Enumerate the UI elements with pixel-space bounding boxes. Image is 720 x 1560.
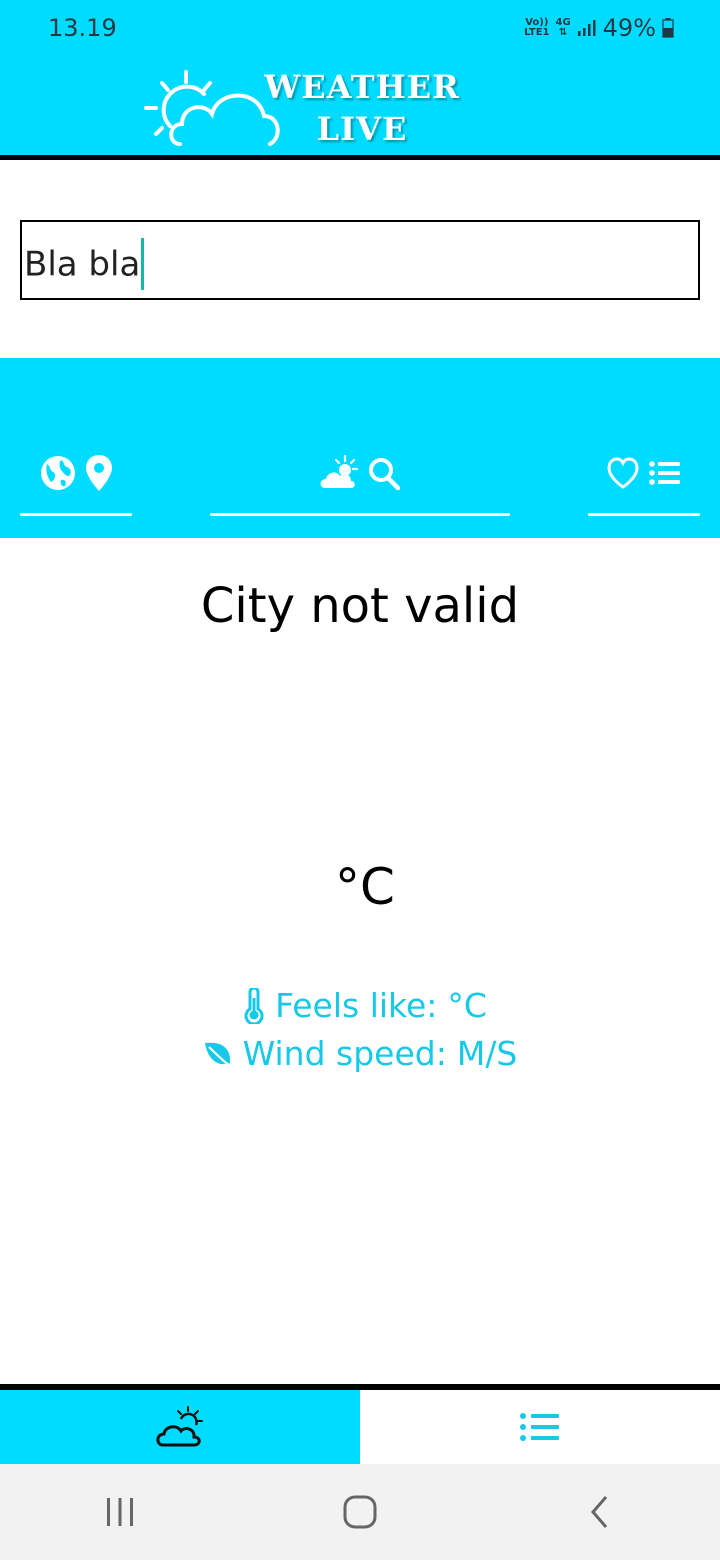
search-icon bbox=[369, 458, 401, 491]
thermometer-icon bbox=[244, 987, 264, 1024]
logo-title-line1: WEATHER bbox=[264, 68, 460, 106]
system-navigation-bar bbox=[0, 1464, 720, 1560]
data-arrows-icon: ⇅ bbox=[558, 27, 568, 38]
wind-speed-row: Wind speed: M/S bbox=[0, 1034, 720, 1073]
tab-favorites[interactable] bbox=[588, 454, 700, 516]
app-logo-title: WEATHER LIVE bbox=[262, 66, 462, 150]
feels-like-label: Feels like: bbox=[275, 986, 438, 1025]
home-button[interactable] bbox=[320, 1482, 400, 1542]
leaf-icon bbox=[204, 1042, 232, 1068]
lte-label: LTE1 bbox=[524, 27, 550, 38]
feels-like-value: °C bbox=[447, 986, 487, 1025]
tab-location[interactable] bbox=[20, 454, 132, 516]
heart-icon bbox=[607, 457, 639, 489]
battery-icon bbox=[662, 18, 674, 38]
signal-icon bbox=[577, 20, 596, 36]
bottom-navigation bbox=[0, 1390, 720, 1464]
list-icon bbox=[649, 461, 680, 485]
status-time: 13.19 bbox=[48, 14, 117, 42]
city-search-field[interactable]: Bla bla bbox=[20, 220, 700, 300]
tab-underline bbox=[20, 513, 132, 516]
weather-cloud-sun-icon bbox=[320, 454, 359, 488]
location-pin-icon bbox=[86, 455, 112, 491]
bottom-nav-list[interactable] bbox=[360, 1390, 720, 1464]
wind-speed-value: M/S bbox=[456, 1034, 518, 1073]
text-caret bbox=[141, 238, 145, 290]
data-indicator: 4G ⇅ bbox=[555, 18, 570, 38]
header-divider bbox=[0, 155, 720, 160]
tab-underline bbox=[210, 513, 510, 516]
battery-percent: 49% bbox=[602, 14, 656, 42]
tab-underline bbox=[588, 513, 700, 516]
temperature-value: °C bbox=[335, 858, 395, 916]
home-icon bbox=[343, 1495, 377, 1529]
tab-bar bbox=[0, 358, 720, 538]
wind-speed-label: Wind speed: bbox=[242, 1034, 447, 1073]
tab-search[interactable] bbox=[210, 454, 510, 516]
globe-icon bbox=[41, 456, 75, 490]
weather-cloud-sun-icon bbox=[156, 1406, 203, 1447]
feels-like-row: Feels like: °C bbox=[0, 986, 720, 1025]
app-header: 13.19 Vo)) LTE1 4G ⇅ 49% WEATHER LIVE bbox=[0, 0, 720, 155]
recent-apps-icon bbox=[107, 1498, 133, 1526]
city-search-value[interactable]: Bla bla bbox=[24, 238, 145, 292]
back-button[interactable] bbox=[560, 1482, 640, 1542]
logo-title-line2: LIVE bbox=[316, 110, 408, 148]
network-indicator: Vo)) LTE1 bbox=[524, 18, 549, 38]
recent-apps-button[interactable] bbox=[80, 1482, 160, 1542]
status-icons: Vo)) LTE1 4G ⇅ 49% bbox=[524, 14, 674, 42]
back-icon bbox=[591, 1496, 608, 1528]
city-name: City not valid bbox=[200, 578, 520, 634]
bottom-nav-weather[interactable] bbox=[0, 1390, 360, 1464]
list-icon bbox=[520, 1413, 559, 1441]
